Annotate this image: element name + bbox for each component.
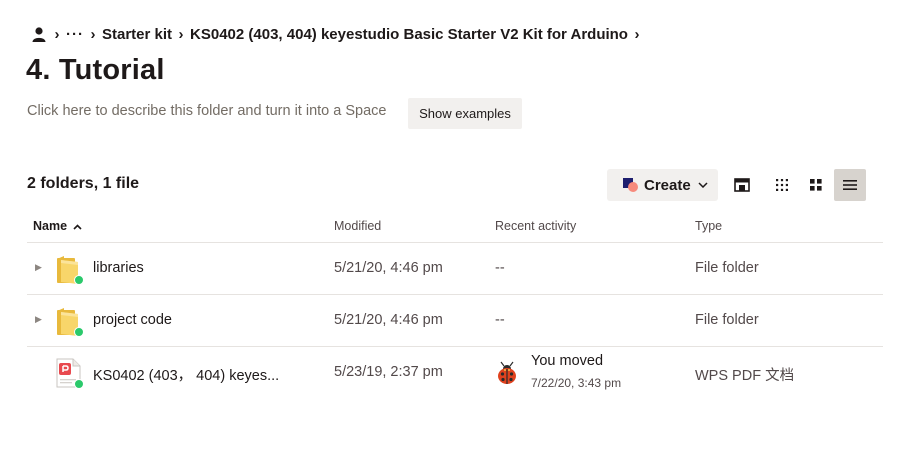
list-view-icon[interactable]: [834, 169, 866, 201]
file-type: File folder: [695, 260, 759, 276]
folder-icon: [54, 253, 84, 285]
breadcrumb-overflow[interactable]: ···: [66, 26, 84, 43]
recent-activity: --: [495, 312, 505, 328]
file-name[interactable]: libraries: [93, 260, 144, 276]
breadcrumb: › ··· › Starter kit › KS0402 (403, 404) …: [30, 24, 646, 44]
table-row[interactable]: ▶ project code 5/21/20, 4:46 pm -- File …: [27, 295, 883, 347]
column-header-name[interactable]: Name: [33, 219, 82, 233]
pdf-icon: [54, 357, 84, 389]
item-count: 2 folders, 1 file: [27, 175, 140, 192]
modified-date: 5/21/20, 4:46 pm: [334, 260, 443, 276]
column-header-modified[interactable]: Modified: [334, 219, 381, 233]
recent-activity: --: [495, 260, 505, 276]
sort-ascending-icon: [70, 222, 82, 232]
breadcrumb-item-starter-kit[interactable]: Starter kit: [102, 26, 172, 43]
breadcrumb-item-kit-folder[interactable]: KS0402 (403, 404) keyestudio Basic Start…: [190, 26, 628, 43]
synced-icon: [74, 275, 84, 285]
save-icon[interactable]: [726, 169, 758, 201]
person-icon[interactable]: [30, 25, 48, 43]
column-header-type[interactable]: Type: [695, 219, 722, 233]
expand-arrow-icon[interactable]: ▶: [35, 314, 42, 325]
file-name[interactable]: project code: [93, 312, 172, 328]
folder-icon: [54, 305, 84, 337]
ladybug-avatar-icon: [496, 361, 518, 385]
chevron-right-icon: ›: [54, 25, 60, 43]
expand-arrow-icon[interactable]: ▶: [35, 262, 42, 273]
synced-icon: [74, 327, 84, 337]
grid-small-icon[interactable]: [766, 169, 798, 201]
recent-activity-action: You moved: [531, 353, 604, 369]
modified-date: 5/23/19, 2:37 pm: [334, 364, 443, 380]
modified-date: 5/21/20, 4:46 pm: [334, 312, 443, 328]
page-title: 4. Tutorial: [26, 54, 165, 86]
file-type: WPS PDF 文档: [695, 368, 795, 384]
table-row[interactable]: ▶ libraries 5/21/20, 4:46 pm -- File fol…: [27, 243, 883, 295]
chevron-down-icon: [698, 180, 708, 191]
recent-activity-time: 7/22/20, 3:43 pm: [531, 376, 622, 390]
grid-large-icon[interactable]: [800, 169, 832, 201]
folder-description-prompt[interactable]: Click here to describe this folder and t…: [27, 103, 386, 119]
file-type: File folder: [695, 312, 759, 328]
chevron-right-icon: ›: [178, 25, 184, 43]
create-button-label: Create: [644, 176, 691, 194]
column-header-activity[interactable]: Recent activity: [495, 219, 576, 233]
create-logo-icon: [622, 178, 639, 192]
chevron-right-icon: ›: [90, 25, 96, 43]
synced-icon: [74, 379, 84, 389]
create-button[interactable]: Create: [607, 169, 718, 201]
table-row[interactable]: KS0402 (403， 404) keyes... 5/23/19, 2:37…: [27, 347, 883, 399]
file-name[interactable]: KS0402 (403， 404) keyes...: [93, 364, 279, 385]
column-header-name-label: Name: [33, 219, 68, 233]
chevron-right-icon: ›: [634, 25, 640, 43]
show-examples-button[interactable]: Show examples: [408, 98, 522, 129]
